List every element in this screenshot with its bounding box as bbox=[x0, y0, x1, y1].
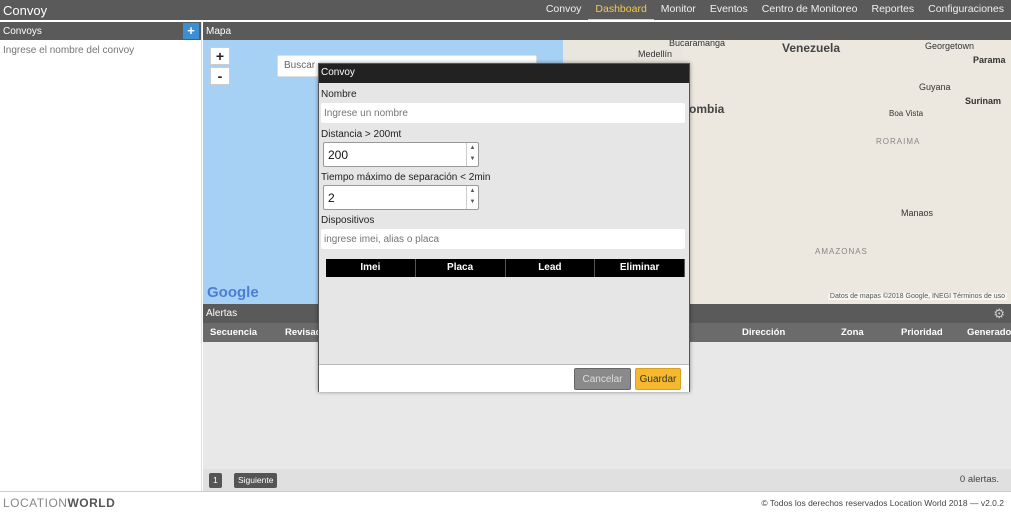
distance-label: Distancia > 200mt bbox=[321, 129, 402, 140]
convoy-modal: Convoy Nombre Distancia > 200mt ▲▼ Tiemp… bbox=[318, 63, 690, 392]
top-navbar: Convoy Convoy Dashboard Monitor Eventos … bbox=[0, 0, 1011, 20]
nav-reportes[interactable]: Reportes bbox=[865, 0, 922, 20]
spin-up-icon[interactable]: ▲ bbox=[467, 143, 478, 154]
map-label-roraima: RORAIMA bbox=[876, 137, 921, 146]
col-direccion[interactable]: Dirección bbox=[742, 327, 785, 338]
spin-down-icon[interactable]: ▼ bbox=[467, 154, 478, 165]
nav-configuraciones[interactable]: Configuraciones bbox=[921, 0, 1011, 20]
distance-spinner[interactable]: ▲ ▼ bbox=[466, 143, 478, 166]
time-label: Tiempo máximo de separación < 2min bbox=[321, 172, 491, 183]
zoom-in-button[interactable]: + bbox=[210, 47, 230, 65]
page-1-button[interactable]: 1 bbox=[209, 473, 222, 488]
map-attribution[interactable]: Datos de mapas ©2018 Google, INEGI Térmi… bbox=[827, 293, 1007, 300]
map-label-guyana: Guyana bbox=[919, 82, 951, 92]
map-label-colombia: ombia bbox=[689, 102, 725, 116]
save-button[interactable]: Guardar bbox=[635, 368, 681, 390]
cancel-button[interactable]: Cancelar bbox=[574, 368, 631, 390]
col-zona[interactable]: Zona bbox=[841, 327, 864, 338]
spin-down-icon[interactable]: ▼ bbox=[467, 197, 478, 208]
map-label-surinam: Surinam bbox=[965, 96, 1002, 106]
next-page-button[interactable]: Siguiente bbox=[234, 473, 278, 488]
map-label-manaos: Manaos bbox=[901, 208, 934, 218]
page-footer: LOCATIONWORLD © Todos los derechos reser… bbox=[0, 491, 1011, 513]
devices-label: Dispositivos bbox=[321, 215, 375, 226]
alert-count: 0 alertas. bbox=[959, 474, 999, 485]
time-input[interactable] bbox=[324, 186, 464, 209]
time-spinner[interactable]: ▲ ▼ bbox=[466, 186, 478, 209]
convoys-sidebar: Convoys + bbox=[0, 22, 202, 491]
modal-title: Convoy bbox=[319, 64, 689, 83]
name-label: Nombre bbox=[321, 89, 357, 100]
nav-monitor[interactable]: Monitor bbox=[654, 0, 703, 20]
brand-light: LOCATION bbox=[3, 496, 68, 510]
map-label-medellin: Medellín bbox=[638, 49, 673, 59]
convoys-header: Convoys + bbox=[0, 22, 201, 40]
nav-centro-monitoreo[interactable]: Centro de Monitoreo bbox=[755, 0, 865, 20]
app-title: Convoy bbox=[3, 2, 48, 18]
map-header: Mapa bbox=[203, 22, 1011, 40]
th-eliminar: Eliminar bbox=[595, 259, 685, 277]
alerts-title: Alertas bbox=[206, 308, 238, 319]
main-nav: Convoy Dashboard Monitor Eventos Centro … bbox=[539, 0, 1011, 20]
col-secuencia[interactable]: Secuencia bbox=[210, 327, 257, 338]
nav-convoy[interactable]: Convoy bbox=[539, 0, 589, 20]
brand-logo: LOCATIONWORLD bbox=[3, 496, 115, 510]
add-convoy-button[interactable]: + bbox=[183, 23, 199, 39]
th-imei: Imei bbox=[326, 259, 416, 277]
convoy-search-input[interactable] bbox=[0, 45, 196, 56]
distance-input[interactable] bbox=[324, 143, 464, 166]
modal-body: Nombre Distancia > 200mt ▲▼ Tiempo máxim… bbox=[319, 83, 689, 277]
modal-footer: Cancelar Guardar bbox=[319, 364, 689, 392]
name-input[interactable] bbox=[321, 103, 685, 123]
devices-input[interactable] bbox=[321, 229, 685, 249]
th-lead: Lead bbox=[506, 259, 596, 277]
plus-icon: + bbox=[187, 23, 195, 38]
map-label-paramaribo: Parama bbox=[973, 55, 1006, 65]
gear-icon[interactable]: ⚙ bbox=[993, 306, 1005, 322]
map-label-boavista: Boa Vista bbox=[889, 109, 924, 118]
alerts-pagination: 1 Siguiente 0 alertas. bbox=[203, 469, 1011, 491]
brand-bold: WORLD bbox=[67, 496, 116, 510]
distance-stepper[interactable]: ▲▼ bbox=[323, 142, 479, 167]
map-label-georgetown: Georgetown bbox=[925, 41, 975, 51]
nav-dashboard[interactable]: Dashboard bbox=[588, 0, 654, 20]
map-label-venezuela: Venezuela bbox=[782, 41, 841, 55]
zoom-out-button[interactable]: - bbox=[210, 67, 230, 85]
th-placa: Placa bbox=[416, 259, 506, 277]
map-label-bucaramanga: Bucaramanga bbox=[669, 40, 726, 48]
copyright-text: © Todos los derechos reservados Location… bbox=[761, 498, 1004, 508]
google-logo: Google bbox=[207, 284, 259, 301]
col-generado[interactable]: Generado bbox=[967, 327, 1011, 338]
time-stepper[interactable]: ▲▼ bbox=[323, 185, 479, 210]
map-label-amazonas: AMAZONAS bbox=[815, 247, 868, 256]
convoys-title: Convoys bbox=[3, 25, 42, 37]
spin-up-icon[interactable]: ▲ bbox=[467, 186, 478, 197]
devices-table-header: Imei Placa Lead Eliminar bbox=[326, 259, 685, 277]
nav-eventos[interactable]: Eventos bbox=[703, 0, 755, 20]
col-prioridad[interactable]: Prioridad bbox=[901, 327, 943, 338]
map-title: Mapa bbox=[206, 25, 232, 37]
